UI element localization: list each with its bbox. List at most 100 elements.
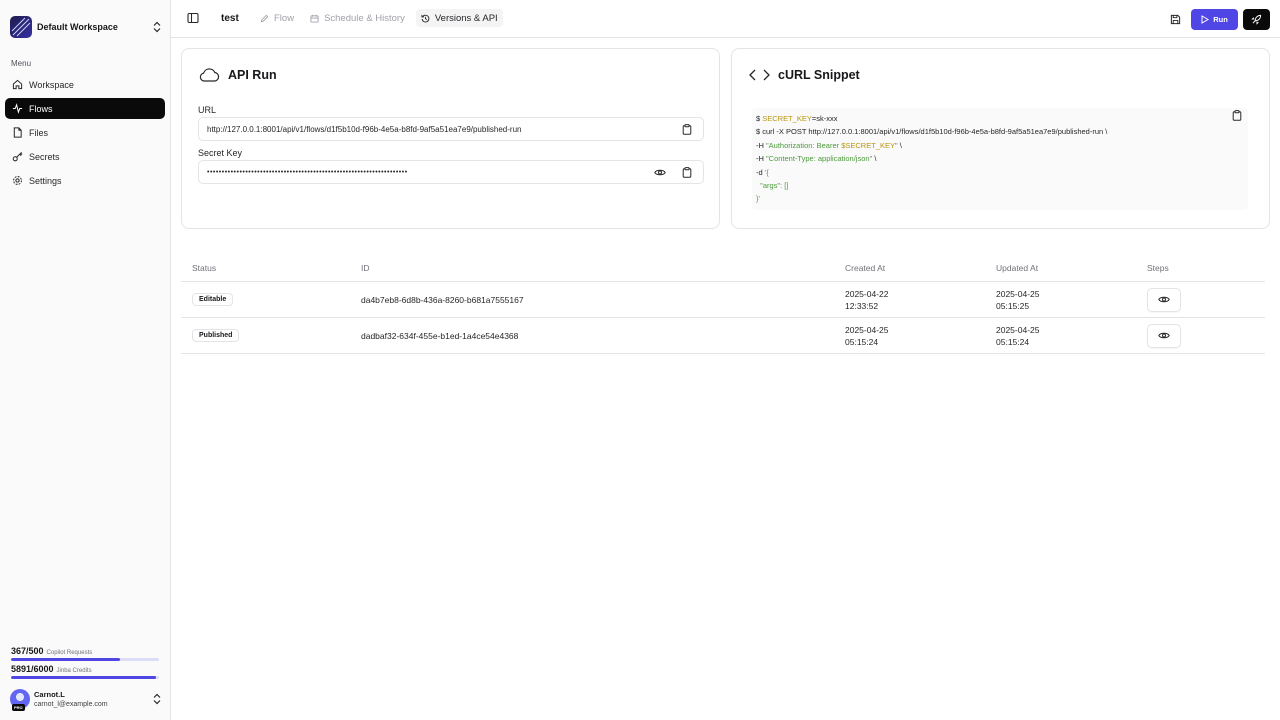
clipboard-icon[interactable] bbox=[676, 161, 698, 183]
updated-time: 05:15:24 bbox=[996, 336, 1030, 347]
usage-bar bbox=[11, 658, 159, 661]
version-id: dadbaf32-634f-455e-b1ed-1a4ce54e4368 bbox=[361, 330, 519, 341]
calendar-icon bbox=[310, 14, 324, 23]
usage-label: Copilot Requests bbox=[46, 650, 93, 656]
code-line: $ SECRET_KEY=sk-xxx bbox=[756, 114, 838, 123]
avatar: PRO bbox=[10, 689, 30, 711]
view-steps-button[interactable] bbox=[1147, 287, 1181, 312]
play-icon bbox=[1201, 14, 1213, 24]
updated-date: 2025-04-25 bbox=[996, 324, 1040, 335]
sidebar-item-label: Flows bbox=[29, 103, 53, 114]
code-line: "args": [] bbox=[760, 181, 789, 191]
updated-time: 05:15:25 bbox=[996, 300, 1030, 311]
sidebar-item-label: Files bbox=[29, 127, 49, 138]
code-line: }' bbox=[756, 194, 760, 204]
user-name: Carnot.L bbox=[34, 690, 65, 699]
clipboard-icon[interactable] bbox=[676, 118, 698, 140]
top-header: test Flow Schedule & History Versions & … bbox=[171, 0, 1280, 38]
pro-badge: PRO bbox=[12, 704, 25, 711]
user-menu[interactable]: PRO Carnot.L carnot_l@example.com bbox=[10, 686, 162, 712]
eye-icon[interactable] bbox=[649, 161, 671, 183]
secret-key-value: ••••••••••••••••••••••••••••••••••••••••… bbox=[207, 168, 408, 176]
usage-bar-fill bbox=[11, 676, 157, 679]
table-row: Published dadbaf32-634f-455e-b1ed-1a4ce5… bbox=[181, 318, 1265, 354]
code-line: -d '{ bbox=[756, 167, 769, 177]
sidebar-nav: Workspace Flows Files Secrets Settings bbox=[5, 74, 165, 194]
column-status: Status bbox=[192, 263, 217, 273]
workspace-name: Default Workspace bbox=[37, 22, 118, 32]
sidebar-item-workspace[interactable]: Workspace bbox=[5, 74, 165, 95]
tab-flow[interactable]: Flow bbox=[255, 9, 299, 27]
usage-label: Jinba Credits bbox=[56, 668, 92, 674]
activity-icon bbox=[12, 103, 29, 114]
chevron-up-down-icon bbox=[152, 693, 162, 705]
status-badge: Editable bbox=[192, 293, 234, 306]
run-button[interactable]: Run bbox=[1191, 8, 1238, 30]
tab-label: Flow bbox=[274, 12, 295, 24]
status-badge: Published bbox=[192, 329, 240, 342]
file-icon bbox=[12, 127, 29, 138]
usage-value: 5891/6000 bbox=[11, 664, 54, 674]
workspace-switcher[interactable]: Default Workspace bbox=[10, 15, 162, 39]
tab-schedule-history[interactable]: Schedule & History bbox=[305, 9, 410, 27]
pencil-icon bbox=[260, 14, 274, 23]
cloud-icon bbox=[199, 68, 228, 82]
gear-icon bbox=[12, 175, 29, 186]
created-time: 12:33:52 bbox=[845, 300, 879, 311]
sidebar-item-settings[interactable]: Settings bbox=[5, 170, 165, 191]
column-updated-at: Updated At bbox=[996, 263, 1039, 273]
sidebar: Default Workspace Menu Workspace Flows F… bbox=[0, 0, 171, 720]
card-title: cURL Snippet bbox=[778, 68, 860, 82]
code-icon bbox=[749, 68, 778, 82]
tab-bar: Flow Schedule & History Versions & API bbox=[255, 9, 509, 27]
key-icon bbox=[12, 151, 29, 162]
column-steps: Steps bbox=[1147, 263, 1169, 273]
page-title: test bbox=[221, 13, 239, 24]
created-date: 2025-04-22 bbox=[845, 288, 889, 299]
sidebar-item-label: Settings bbox=[29, 175, 62, 186]
home-icon bbox=[12, 79, 29, 90]
eye-icon bbox=[1158, 295, 1170, 304]
usage-copilot: 367/500 Copilot Requests bbox=[11, 646, 159, 661]
usage-bar bbox=[11, 676, 159, 679]
sidebar-item-files[interactable]: Files bbox=[5, 122, 165, 143]
column-created-at: Created At bbox=[845, 263, 886, 273]
created-time: 05:15:24 bbox=[845, 336, 879, 347]
created-date: 2025-04-25 bbox=[845, 324, 889, 335]
card-title: API Run bbox=[228, 68, 277, 82]
sidebar-item-label: Secrets bbox=[29, 151, 60, 162]
secret-key-field[interactable]: ••••••••••••••••••••••••••••••••••••••••… bbox=[198, 160, 704, 184]
clipboard-icon[interactable] bbox=[1232, 110, 1242, 121]
rocket-icon bbox=[1251, 14, 1262, 25]
chevron-up-down-icon bbox=[152, 21, 162, 33]
sidebar-item-label: Workspace bbox=[29, 79, 74, 90]
api-run-card: API Run URL http://127.0.0.1:8001/api/v1… bbox=[181, 48, 720, 229]
table-row: Editable da4b7eb8-6d8b-436a-8260-b681a75… bbox=[181, 282, 1265, 318]
sidebar-toggle-icon[interactable] bbox=[187, 12, 199, 24]
save-button[interactable] bbox=[1164, 8, 1186, 30]
eye-icon bbox=[1158, 331, 1170, 340]
code-block: $ SECRET_KEY=sk-xxx $ curl -X POST http:… bbox=[752, 108, 1248, 210]
workspace-logo bbox=[10, 16, 32, 38]
usage-value: 367/500 bbox=[11, 646, 44, 656]
url-field[interactable]: http://127.0.0.1:8001/api/v1/flows/d1f5b… bbox=[198, 117, 704, 141]
sidebar-item-flows[interactable]: Flows bbox=[5, 98, 165, 119]
updated-date: 2025-04-25 bbox=[996, 288, 1040, 299]
code-line: -H "Content-Type: application/json" \ bbox=[756, 154, 877, 164]
deploy-button[interactable] bbox=[1243, 8, 1270, 30]
code-line: -H "Authorization: Bearer $SECRET_KEY" \ bbox=[756, 140, 902, 150]
versions-table: Status ID Created At Updated At Steps Ed… bbox=[181, 255, 1265, 354]
sidebar-item-secrets[interactable]: Secrets bbox=[5, 146, 165, 167]
column-id: ID bbox=[361, 263, 370, 273]
tab-label: Versions & API bbox=[434, 12, 498, 24]
secret-key-label: Secret Key bbox=[198, 148, 243, 158]
view-steps-button[interactable] bbox=[1147, 323, 1181, 348]
menu-label: Menu bbox=[11, 59, 32, 68]
save-icon bbox=[1170, 14, 1181, 25]
code-line: $ curl -X POST http://127.0.0.1:8001/api… bbox=[756, 127, 1108, 137]
user-email: carnot_l@example.com bbox=[34, 701, 108, 708]
tab-versions-api[interactable]: Versions & API bbox=[415, 9, 503, 27]
curl-snippet-card: cURL Snippet $ SECRET_KEY=sk-xxx $ curl … bbox=[731, 48, 1270, 229]
tab-label: Schedule & History bbox=[324, 12, 405, 24]
version-id: da4b7eb8-6d8b-436a-8260-b681a7555167 bbox=[361, 294, 524, 305]
